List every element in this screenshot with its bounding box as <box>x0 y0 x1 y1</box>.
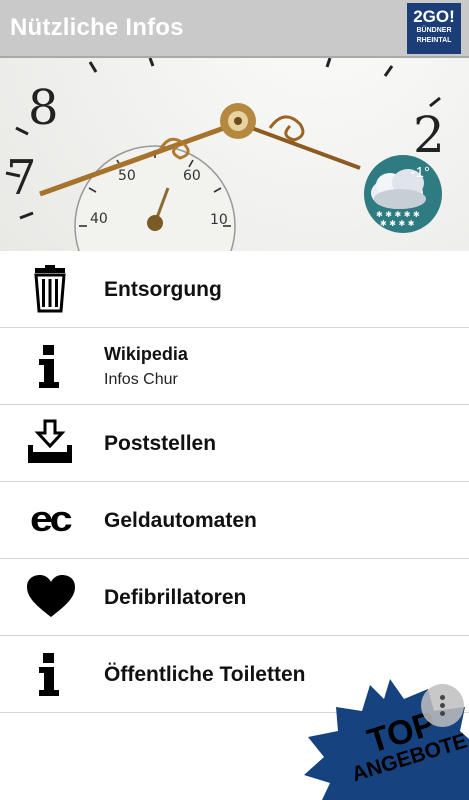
overflow-menu-button[interactable] <box>421 684 464 727</box>
trash-icon <box>34 265 66 313</box>
svg-text:10: 10 <box>210 212 228 228</box>
svg-text:60: 60 <box>183 168 201 184</box>
logo-subtext-2: RHEINTAL <box>416 37 452 44</box>
svg-text:8: 8 <box>28 80 59 136</box>
list-item-title: Öffentliche Toiletten <box>104 663 306 686</box>
logo-text: 2GO! <box>413 7 455 26</box>
list-item-entsorgung[interactable]: Entsorgung <box>0 251 469 328</box>
logo-subtext-1: BÜNDNER <box>416 27 452 34</box>
inbox-download-icon <box>28 419 72 463</box>
list-item-poststellen[interactable]: Poststellen <box>0 405 469 482</box>
svg-text:40: 40 <box>90 211 108 227</box>
heart-icon <box>27 575 75 617</box>
info-list: Entsorgung Wikipedia Infos Chur Poststel… <box>0 251 469 713</box>
info-icon <box>39 653 59 696</box>
list-item-title: Geldautomaten <box>104 509 257 532</box>
more-vert-icon <box>440 703 445 708</box>
list-item-title: Defibrillatoren <box>104 586 247 609</box>
list-item-subtitle: Infos Chur <box>104 371 178 388</box>
list-item-defibrillatoren[interactable]: Defibrillatoren <box>0 559 469 636</box>
svg-text:7: 7 <box>6 150 37 206</box>
weather-temperature: -1° <box>410 164 430 181</box>
svg-text:2: 2 <box>413 106 445 164</box>
app-header: Nützliche Infos 2GO! BÜNDNER RHEINTAL <box>0 0 469 58</box>
page-title: Nützliche Infos <box>10 14 184 41</box>
list-item-wikipedia[interactable]: Wikipedia Infos Chur <box>0 328 469 405</box>
svg-text:50: 50 <box>118 168 136 184</box>
list-item-title: Wikipedia <box>104 344 188 364</box>
svg-text:✱ ✱ ✱ ✱ ✱: ✱ ✱ ✱ ✱ ✱ <box>376 210 420 219</box>
ec-card-icon: ec <box>30 498 73 539</box>
svg-text:✱ ✱ ✱ ✱: ✱ ✱ ✱ ✱ <box>380 219 415 228</box>
weather-widget[interactable]: ✱ ✱ ✱ ✱ ✱ ✱ ✱ ✱ ✱ -1° <box>364 155 442 233</box>
more-vert-icon <box>440 695 445 700</box>
more-vert-icon <box>440 711 445 716</box>
list-item-geldautomaten[interactable]: ec Geldautomaten <box>0 482 469 559</box>
list-item-title: Poststellen <box>104 432 217 455</box>
snow-cloud-icon: ✱ ✱ ✱ ✱ ✱ ✱ ✱ ✱ ✱ <box>371 169 426 228</box>
info-icon <box>39 345 59 388</box>
list-item-title: Entsorgung <box>104 278 222 301</box>
app-logo[interactable]: 2GO! BÜNDNER RHEINTAL <box>407 3 461 54</box>
